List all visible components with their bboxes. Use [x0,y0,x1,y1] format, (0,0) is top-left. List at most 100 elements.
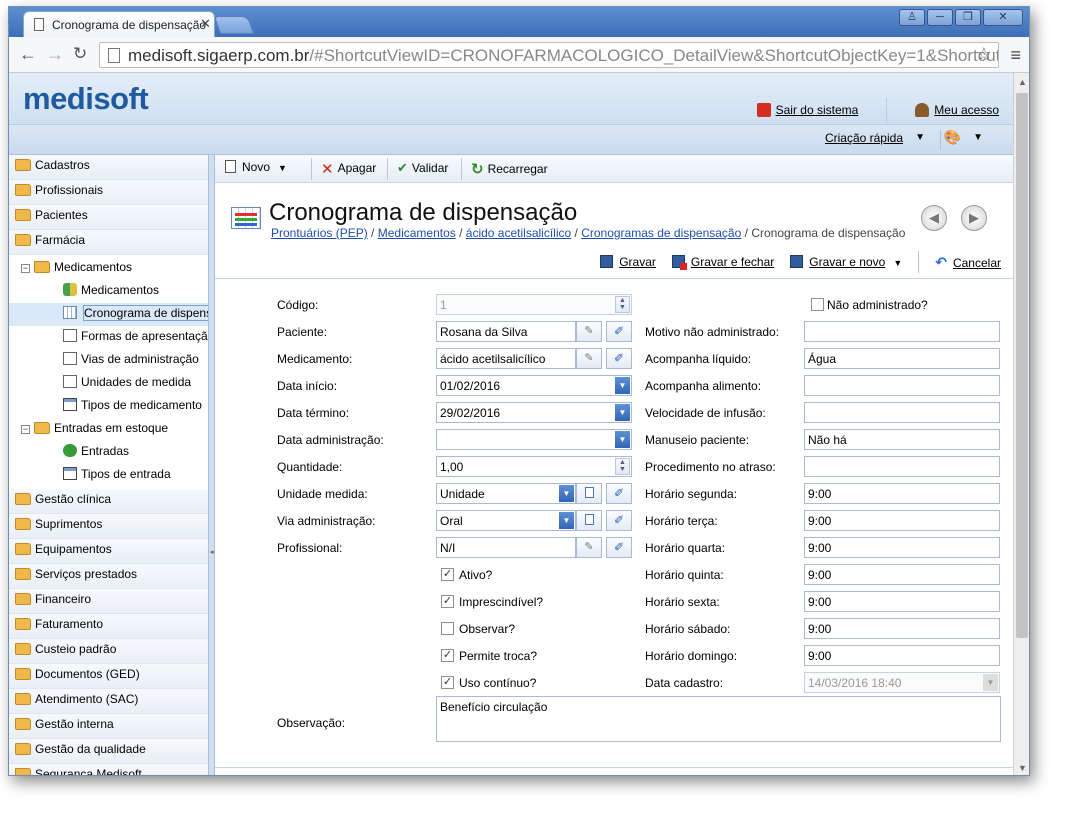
paciente-field[interactable]: Rosana da Silva [436,321,576,342]
delete-button[interactable]: ✕ Apagar [321,160,376,178]
codigo-field[interactable]: 1 ▲ ▼ [436,294,632,315]
sexta-field[interactable]: 9:00 [804,591,1000,612]
forward-icon[interactable]: → [46,44,64,65]
chevron-down-icon[interactable]: ▼ [559,485,574,502]
quick-create-link[interactable]: Criação rápida [825,131,903,145]
tree-leaf-item[interactable]: Cronograma de dispens [9,303,208,326]
tree-leaf-item[interactable]: Unidades de medida [9,372,208,395]
next-record-icon[interactable]: ▶ [961,205,987,231]
velocidade-field[interactable] [804,402,1000,423]
new-button[interactable]: Novo ▼ [225,160,287,174]
collapse-icon[interactable]: − [21,264,30,273]
acompanha-alimento-field[interactable] [804,375,1000,396]
sidebar-group[interactable]: Profissionais [9,180,208,205]
sidebar-group[interactable]: Equipamentos [9,539,208,564]
sidebar-group[interactable]: Gestão clínica [9,489,208,514]
breadcrumb-link[interactable]: ácido acetilsalicílico [466,226,571,240]
save-label[interactable]: Gravar [619,255,656,269]
sidebar-group[interactable]: Cadastros [9,155,208,180]
save-close-button[interactable]: Gravar e fechar [671,255,774,270]
chevron-down-icon[interactable]: ▼ [278,163,287,173]
cancel-label[interactable]: Cancelar [953,256,1001,270]
breadcrumb-link[interactable]: Cronogramas de dispensação [581,226,741,240]
tree-leaf-item[interactable]: Tipos de medicamento [9,395,208,418]
observar-checkbox[interactable] [441,622,454,635]
quantidade-field[interactable]: 1,00 ▲ ▼ [436,456,632,477]
observacao-textarea[interactable]: Benefício circulação [436,696,1001,742]
spinner-icon[interactable]: ▲ ▼ [615,458,630,475]
sidebar-group[interactable]: Gestão da qualidade [9,739,208,764]
clear-via-button[interactable]: ✐ [606,510,632,531]
via-administracao-select[interactable]: Oral ▼ [436,510,576,531]
calendar-dropdown-icon[interactable]: ▼ [615,404,630,421]
logout-label[interactable]: Sair do sistema [776,103,859,117]
calendar-dropdown-icon[interactable]: ▼ [615,377,630,394]
clear-profissional-button[interactable]: ✐ [606,537,632,558]
scroll-thumb[interactable] [1016,93,1028,638]
terca-field[interactable]: 9:00 [804,510,1000,531]
sabado-field[interactable]: 9:00 [804,618,1000,639]
unidade-medida-select[interactable]: Unidade ▼ [436,483,576,504]
manuseio-field[interactable]: Não há [804,429,1000,450]
restore-button[interactable]: ❐ [955,9,981,26]
tree-leaf-item[interactable]: Tipos de entrada [9,464,208,487]
clear-medicamento-button[interactable]: ✐ [606,348,632,369]
nao-administrado-checkbox[interactable] [811,298,824,311]
tree-leaf-item[interactable]: Entradas [9,441,208,464]
palette-icon[interactable]: 🎨 [944,129,961,146]
browser-menu-icon[interactable]: ≡ [1010,45,1021,66]
data-administracao-field[interactable]: ▼ [436,429,632,450]
quarta-field[interactable]: 9:00 [804,537,1000,558]
sidebar-group[interactable]: Documentos (GED) [9,664,208,689]
close-window-button[interactable]: ✕ [983,9,1023,26]
breadcrumb-link[interactable]: Prontuários (PEP) [271,226,368,240]
save-new-label[interactable]: Gravar e novo [809,255,885,269]
previous-record-icon[interactable]: ◀ [921,205,947,231]
minimize-button[interactable]: ─ [927,9,953,26]
tree-node-medicamentos[interactable]: − Medicamentos [9,257,208,280]
tree-node-entradas-estoque[interactable]: − Entradas em estoque [9,418,208,441]
sidebar-group[interactable]: Pacientes [9,205,208,230]
data-inicio-field[interactable]: 01/02/2016 ▼ [436,375,632,396]
chevron-down-icon[interactable]: ▼ [559,512,574,529]
clear-paciente-button[interactable]: ✐ [606,321,632,342]
chevron-down-icon[interactable]: ▼ [973,132,983,143]
spinner-icon[interactable]: ▲ ▼ [615,296,630,313]
sidebar-group[interactable]: Faturamento [9,614,208,639]
page-scrollbar[interactable]: ▲ ▼ [1013,73,1029,775]
segunda-field[interactable]: 9:00 [804,483,1000,504]
sidebar-group[interactable]: Serviços prestados [9,564,208,589]
clear-unidade-button[interactable]: ✐ [606,483,632,504]
edit-paciente-button[interactable]: ✎ [576,321,602,342]
calendar-dropdown-icon[interactable]: ▼ [615,431,630,448]
edit-medicamento-button[interactable]: ✎ [576,348,602,369]
tree-leaf-item[interactable]: Medicamentos [9,280,208,303]
account-label[interactable]: Meu acesso [934,103,999,117]
browser-tab[interactable]: Cronograma de dispensação ✕ [23,11,215,37]
reload-button[interactable]: ↻ Recarregar [471,160,548,178]
collapse-arrow-icon[interactable]: ◂ [210,548,214,556]
uso-continuo-checkbox[interactable]: ✓ [441,676,454,689]
scroll-down-icon[interactable]: ▼ [1018,763,1027,773]
back-icon[interactable]: ← [19,44,37,65]
reload-icon[interactable]: ↻ [73,44,87,64]
data-termino-field[interactable]: 29/02/2016 ▼ [436,402,632,423]
sidebar-group[interactable]: Custeio padrão [9,639,208,664]
sidebar-group[interactable]: Financeiro [9,589,208,614]
tree-leaf-item[interactable]: Formas de apresentaçã [9,326,208,349]
medicamento-field[interactable]: ácido acetilsalicílico [436,348,576,369]
logout-link[interactable]: Sair do sistema [756,103,859,117]
save-new-button[interactable]: Gravar e novo ▼ [790,255,902,269]
chevron-down-icon[interactable]: ▼ [915,132,925,143]
new-unidade-button[interactable] [576,483,602,504]
new-tab-button[interactable] [213,16,255,34]
close-tab-icon[interactable]: ✕ [200,16,211,32]
motivo-field[interactable] [804,321,1000,342]
validate-button[interactable]: ✔ Validar [397,160,448,176]
sidebar-group[interactable]: Gestão interna [9,714,208,739]
scroll-up-icon[interactable]: ▲ [1018,77,1027,87]
sidebar-group[interactable]: Atendimento (SAC) [9,689,208,714]
bookmark-star-icon[interactable]: ☆ [976,44,992,65]
tree-leaf-item[interactable]: Vias de administração [9,349,208,372]
sidebar-group[interactable]: Segurança Medisoft [9,764,208,775]
